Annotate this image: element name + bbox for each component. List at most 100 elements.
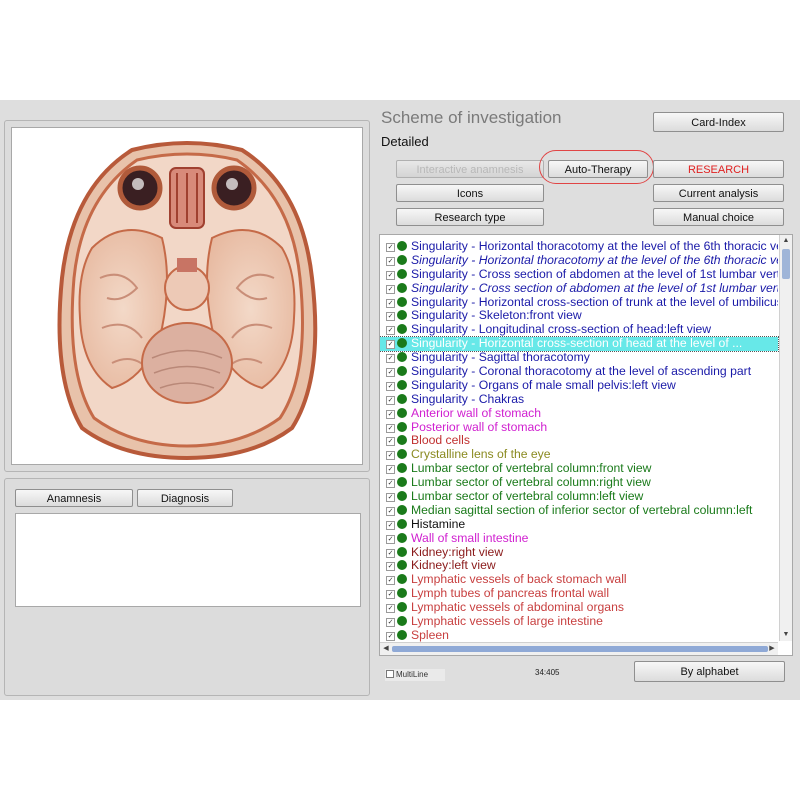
item-checkbox-icon[interactable]: ✓	[386, 451, 395, 461]
list-item[interactable]: ✓ Singularity - Horizontal cross-section …	[380, 336, 779, 353]
list-item[interactable]: ✓ Spleen	[380, 629, 778, 643]
list-item-label: Lymphatic vessels of back stomach wall	[411, 573, 627, 587]
page-title: Scheme of investigation	[381, 108, 562, 127]
anamnesis-button[interactable]: Anamnesis	[15, 489, 133, 507]
item-checkbox-icon[interactable]: ✓	[386, 298, 395, 308]
horizontal-scroll-thumb[interactable]	[392, 646, 768, 652]
list-item[interactable]: ✓ Lumbar sector of vertebral column:left …	[380, 490, 778, 504]
green-dot-icon	[397, 588, 407, 599]
item-checkbox-icon[interactable]: ✓	[386, 465, 395, 475]
icons-button[interactable]: Icons	[396, 184, 544, 202]
list-item[interactable]: ✓ Lymphatic vessels of abdominal organs	[380, 601, 778, 615]
green-dot-icon	[397, 338, 407, 349]
list-item-label: Wall of small intestine	[411, 531, 529, 545]
list-item[interactable]: ✓ Wall of small intestine	[380, 532, 778, 546]
list-item-label: Spleen	[411, 628, 449, 642]
head-cross-section-image	[57, 141, 318, 461]
list-item[interactable]: ✓ Kidney:left view	[380, 559, 778, 573]
horizontal-scrollbar[interactable]: ◀ ▶	[380, 642, 778, 655]
interactive-anamnesis-button[interactable]: Interactive anamnesis	[396, 160, 544, 178]
green-dot-icon	[397, 282, 407, 293]
item-checkbox-icon[interactable]: ✓	[386, 326, 395, 336]
list-item[interactable]: ✓ Histamine	[380, 518, 778, 532]
scroll-down-icon[interactable]: ▼	[780, 629, 792, 641]
list-item[interactable]: ✓ Lumbar sector of vertebral column:front…	[380, 462, 778, 476]
research-button[interactable]: RESEARCH	[653, 160, 784, 178]
list-item[interactable]: ✓ Singularity - Horizontal thoracotomy at…	[380, 254, 778, 268]
item-checkbox-icon[interactable]: ✓	[386, 548, 395, 558]
list-item-label: Singularity - Chakras	[411, 392, 525, 406]
item-checkbox-icon[interactable]: ✓	[386, 381, 395, 391]
list-item[interactable]: ✓ Lymphatic vessels of large intestine	[380, 615, 778, 629]
list-item[interactable]: ✓ Lumbar sector of vertebral column:right…	[380, 476, 778, 490]
list-item-label: Kidney:right view	[411, 545, 504, 559]
investigation-list[interactable]: ✓ Singularity - Horizontal thoracotomy at…	[379, 234, 793, 656]
scroll-right-icon[interactable]: ▶	[766, 643, 778, 655]
green-dot-icon	[397, 254, 407, 265]
multiline-checkbox[interactable]: MultiLine	[385, 669, 445, 681]
notes-textarea[interactable]	[15, 513, 361, 607]
list-item[interactable]: ✓ Lymphatic vessels of back stomach wall	[380, 573, 778, 587]
list-item[interactable]: ✓ Crystalline lens of the eye	[380, 448, 778, 462]
item-checkbox-icon[interactable]: ✓	[386, 409, 395, 419]
item-checkbox-icon[interactable]: ✓	[386, 534, 395, 544]
list-item[interactable]: ✓ Singularity - Skeleton:front view	[380, 309, 778, 323]
by-alphabet-button[interactable]: By alphabet	[634, 661, 785, 682]
list-item[interactable]: ✓ Singularity - Sagittal thoracotomy	[380, 351, 778, 365]
list-item[interactable]: ✓ Blood cells	[380, 434, 778, 448]
vertical-scrollbar[interactable]: ▲ ▼	[779, 235, 792, 641]
green-dot-icon	[397, 241, 407, 251]
list-item[interactable]: ✓ Lymph tubes of pancreas frontal wall	[380, 587, 778, 601]
list-item[interactable]: ✓ Singularity - Longitudinal cross-sectio…	[380, 323, 778, 337]
item-checkbox-icon[interactable]: ✓	[386, 354, 395, 364]
item-checkbox-icon[interactable]: ✓	[386, 423, 395, 433]
item-checkbox-icon[interactable]: ✓	[386, 576, 395, 586]
item-checkbox-icon[interactable]: ✓	[386, 437, 395, 447]
item-checkbox-icon[interactable]: ✓	[386, 631, 395, 641]
item-checkbox-icon[interactable]: ✓	[386, 590, 395, 600]
manual-choice-button[interactable]: Manual choice	[653, 208, 784, 226]
list-item[interactable]: ✓ Kidney:right view	[380, 546, 778, 560]
item-checkbox-icon[interactable]: ✓	[386, 604, 395, 614]
item-checkbox-icon[interactable]: ✓	[386, 312, 395, 322]
list-item[interactable]: ✓ Posterior wall of stomach	[380, 421, 778, 435]
list-item[interactable]: ✓ Singularity - Cross section of abdomen …	[380, 268, 778, 282]
item-checkbox-icon[interactable]: ✓	[386, 256, 395, 266]
green-dot-icon	[397, 296, 407, 307]
item-checkbox-icon[interactable]: ✓	[386, 243, 395, 252]
current-analysis-button[interactable]: Current analysis	[653, 184, 784, 202]
item-checkbox-icon[interactable]: ✓	[386, 340, 395, 350]
list-item[interactable]: ✓ Singularity - Horizontal cross-section …	[380, 296, 778, 310]
list-item[interactable]: ✓ Singularity - Organs of male small pelv…	[380, 379, 778, 393]
vertical-scroll-thumb[interactable]	[782, 249, 790, 279]
item-checkbox-icon[interactable]: ✓	[386, 493, 395, 503]
research-type-button[interactable]: Research type	[396, 208, 544, 226]
item-checkbox-icon[interactable]: ✓	[386, 479, 395, 489]
green-dot-icon	[397, 421, 407, 432]
item-checkbox-icon[interactable]: ✓	[386, 506, 395, 516]
green-dot-icon	[397, 532, 407, 543]
list-item[interactable]: ✓ Singularity - Cross section of abdomen …	[380, 282, 778, 296]
list-item[interactable]: ✓ Singularity - Chakras	[380, 393, 778, 407]
item-checkbox-icon[interactable]: ✓	[386, 270, 395, 280]
list-item[interactable]: ✓ Singularity - Coronal thoracotomy at th…	[380, 365, 778, 379]
item-checkbox-icon[interactable]: ✓	[386, 562, 395, 572]
diagnosis-button[interactable]: Diagnosis	[137, 489, 233, 507]
item-checkbox-icon[interactable]: ✓	[386, 520, 395, 530]
item-checkbox-icon[interactable]: ✓	[386, 284, 395, 294]
checkbox-icon[interactable]	[386, 670, 394, 678]
green-dot-icon	[397, 352, 407, 363]
item-checkbox-icon[interactable]: ✓	[386, 368, 395, 378]
list-item-label: Crystalline lens of the eye	[411, 448, 551, 462]
list-item[interactable]: ✓ Anterior wall of stomach	[380, 407, 778, 421]
card-index-button[interactable]: Card-Index	[653, 112, 784, 132]
scroll-left-icon[interactable]: ◀	[380, 643, 392, 655]
scroll-up-icon[interactable]: ▲	[780, 235, 792, 247]
green-dot-icon	[397, 518, 407, 529]
list-item[interactable]: ✓ Median sagittal section of inferior sec…	[380, 504, 778, 518]
list-item-label: Lymphatic vessels of large intestine	[411, 615, 603, 629]
list-item[interactable]: ✓ Singularity - Horizontal thoracotomy at…	[380, 240, 778, 254]
list-item-label: Histamine	[411, 517, 466, 531]
item-checkbox-icon[interactable]: ✓	[386, 395, 395, 405]
item-checkbox-icon[interactable]: ✓	[386, 618, 395, 628]
